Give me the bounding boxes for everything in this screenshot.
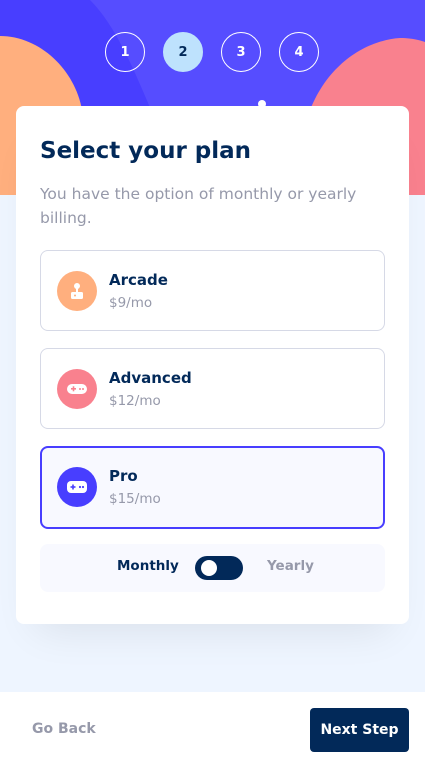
toggle-knob <box>201 560 217 576</box>
plan-name: Arcade <box>109 271 168 289</box>
plan-name: Advanced <box>109 369 192 387</box>
step-2[interactable]: 2 <box>163 32 203 72</box>
arcade-icon <box>57 271 97 311</box>
gamepad-icon <box>57 369 97 409</box>
billing-toggle-bar: Monthly Yearly <box>40 544 385 592</box>
go-back-button[interactable]: Go Back <box>32 721 96 737</box>
next-step-button[interactable]: Next Step <box>310 708 409 752</box>
step-1[interactable]: 1 <box>105 32 145 72</box>
yearly-label[interactable]: Yearly <box>267 558 314 574</box>
step-3[interactable]: 3 <box>221 32 261 72</box>
page-title: Select your plan <box>40 138 252 164</box>
step-indicator: 1 2 3 4 <box>0 32 425 76</box>
step-4[interactable]: 4 <box>279 32 319 72</box>
plan-option-pro[interactable]: Pro $15/mo <box>40 446 385 529</box>
plan-name: Pro <box>109 467 138 485</box>
plan-card: Select your plan You have the option of … <box>16 106 409 624</box>
plan-option-advanced[interactable]: Advanced $12/mo <box>40 348 385 429</box>
plan-option-arcade[interactable]: Arcade $9/mo <box>40 250 385 331</box>
monthly-label[interactable]: Monthly <box>117 558 179 574</box>
billing-toggle[interactable] <box>195 556 243 580</box>
footer-bar: Go Back Next Step <box>0 692 425 768</box>
plan-price: $15/mo <box>109 491 161 507</box>
controller-icon <box>57 467 97 507</box>
plan-price: $12/mo <box>109 393 161 409</box>
plan-price: $9/mo <box>109 295 153 311</box>
page-subtitle: You have the option of monthly or yearly… <box>40 185 357 227</box>
